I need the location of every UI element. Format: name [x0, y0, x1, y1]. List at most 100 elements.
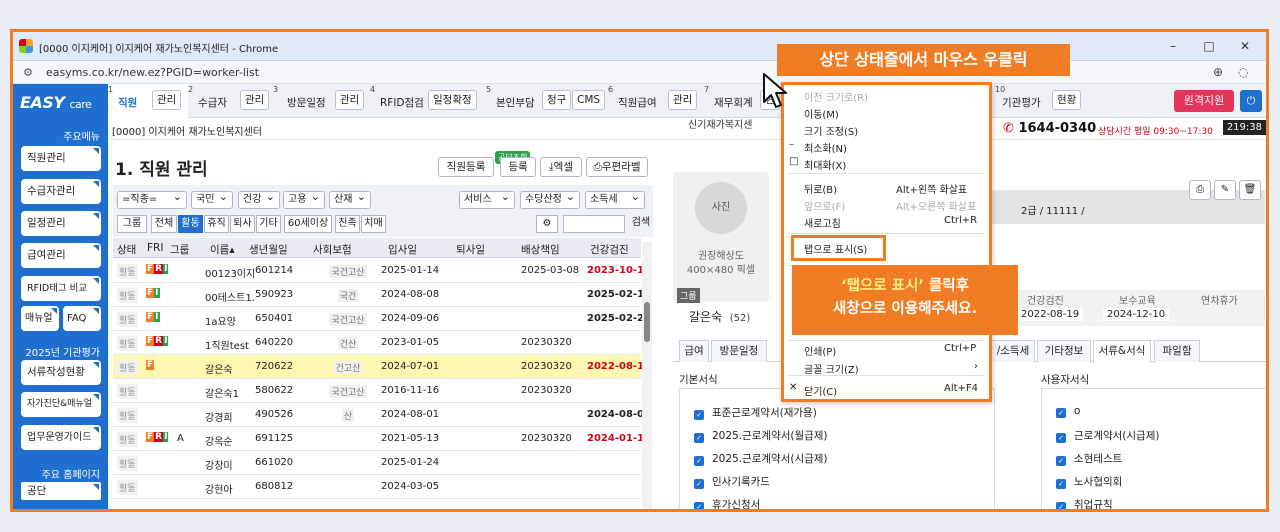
excel-button[interactable]: ⤓엑셀 [540, 157, 582, 177]
tab-etc-info[interactable]: 기타정보 [1037, 340, 1091, 362]
employment-ins-select[interactable]: 고용 [283, 189, 325, 209]
brand-logo[interactable]: EASY care [20, 93, 92, 112]
edit-icon[interactable]: ✎ [1214, 180, 1236, 200]
job-select[interactable]: =직종= [117, 189, 187, 209]
col-liability[interactable]: 배상책임 [521, 242, 560, 257]
context-menu-item[interactable]: 인쇄(P) Ctrl+P [784, 341, 989, 358]
photo-placeholder[interactable]: 사진 [695, 182, 747, 234]
menu-copay[interactable]: 5 본인부담 청구 CMS [486, 84, 606, 118]
tab-payroll[interactable]: 급여 [679, 340, 709, 362]
menu-salary[interactable]: 6 직원급여 관리 [608, 84, 700, 118]
col-insurance[interactable]: 사회보험 [313, 242, 352, 257]
col-health[interactable]: 건강검진 [590, 242, 629, 257]
filter-active[interactable]: 활동 [178, 215, 203, 233]
user-form-item[interactable]: ✓ 취업규칙 [1056, 497, 1113, 509]
cell-name[interactable]: 강경희 [205, 409, 233, 424]
cell-name[interactable]: 강현아 [205, 481, 233, 496]
group-filter[interactable]: 그룹 [117, 215, 147, 233]
user-form-item[interactable]: ✓ o [1056, 405, 1080, 418]
tune-icon[interactable]: ⚙ [23, 66, 33, 79]
sidebar-item-guide[interactable]: 업무운영가이드 [21, 425, 101, 450]
power-icon[interactable]: ⏻ [1240, 90, 1262, 112]
menu-rfid[interactable]: 4 RFID점검 일정확정 [370, 84, 480, 118]
table-row[interactable]: 활동 F R I 1직원test 640220 건산 2023-01-05 20230320 [113, 331, 641, 355]
national-pension-select[interactable]: 국민 [191, 189, 233, 209]
context-menu-item[interactable]: 뒤로(B) Alt+왼쪽 화살표 [784, 179, 989, 196]
income-tax-select[interactable]: 소득세 [585, 189, 645, 209]
basic-form-item[interactable]: ✓ 휴가신청서 [694, 497, 760, 509]
scrollbar-thumb[interactable] [644, 302, 650, 342]
context-menu-item[interactable]: ✕ 닫기(C) Alt+F4 [784, 381, 989, 398]
sidebar-item-self-check[interactable]: 자가진단&매뉴얼 [21, 392, 101, 417]
table-row[interactable]: 활동 갈은숙1 580622 국건고산 2016-11-16 20230320 [113, 379, 641, 403]
context-menu-item[interactable]: – 최소화(N) [784, 138, 989, 155]
menu-visit[interactable]: 3 방문일정 관리 [273, 84, 365, 118]
filter-over-60[interactable]: 60세이상 [284, 215, 332, 233]
service-select[interactable]: 서비스 [459, 189, 515, 209]
url-text[interactable]: easyms.co.kr/new.ez?PGID=worker-list [46, 66, 259, 79]
col-leave[interactable]: 퇴사일 [456, 242, 485, 257]
sidebar-item-rfid[interactable]: RFID태그 비교 [21, 276, 101, 301]
manual-button[interactable]: 매뉴얼 [21, 306, 59, 331]
cell-name[interactable]: 갈은숙1 [205, 385, 239, 400]
basic-form-item[interactable]: ✓ 표준근로계약서(재가용) [694, 405, 817, 420]
table-row[interactable]: 활동 F 갈은숙 720622 건고산 2024-07-01 20230320 2022-08… [113, 355, 651, 379]
col-name[interactable]: 이름▴ [210, 242, 235, 257]
settings-gear-icon[interactable]: ⚙ [536, 215, 558, 233]
col-birth[interactable]: 생년월일 [249, 242, 288, 257]
health-ins-select[interactable]: 건강 [238, 189, 280, 209]
minimize-icon[interactable]: – [1164, 38, 1182, 54]
delete-icon[interactable]: 🗑 [1239, 180, 1261, 200]
cell-name[interactable]: 강옥순 [205, 433, 233, 448]
address-bar[interactable]: ⚙ easyms.co.kr/new.ez?PGID=worker-list ⊕… [13, 61, 1266, 84]
search-button[interactable]: 검색 [629, 215, 653, 233]
menu-staff[interactable]: 1 직원 관리 [108, 84, 188, 118]
filter-leave[interactable]: 휴직 [204, 215, 229, 233]
user-form-item[interactable]: ✓ 소현테스트 [1056, 451, 1122, 466]
sync-register-button[interactable]: 등록 [500, 157, 536, 177]
remote-support-button[interactable]: 원격지원 [1174, 90, 1234, 112]
cell-name[interactable]: 강창미 [205, 457, 233, 472]
sidebar-item-staff[interactable]: 직원관리 [21, 146, 101, 171]
user-form-item[interactable]: ✓ 근로계약서(시급제) [1056, 428, 1159, 443]
context-menu-item[interactable]: □ 최대화(X) [784, 155, 989, 172]
table-row[interactable]: 활동 F R I A 강옥순 691125 2021-05-13 20230320 2024-01… [113, 427, 651, 451]
zoom-icon[interactable]: ⊕ [1213, 65, 1223, 79]
allowance-select[interactable]: 수당산정 [520, 189, 580, 209]
home-select[interactable]: 공단 [21, 482, 101, 500]
menu-recipient[interactable]: 2 수급자 관리 [188, 84, 272, 118]
news-ticker[interactable]: 신기재가복지센 [688, 116, 752, 131]
basic-form-item[interactable]: ✓ 인사기록카드 [694, 474, 770, 489]
filter-relative[interactable]: 친족 [335, 215, 360, 233]
user-form-item[interactable]: ✓ 노사협의회 [1056, 474, 1122, 489]
maximize-icon[interactable]: □ [1200, 38, 1218, 54]
tab-documents[interactable]: 서류&서식 [1093, 340, 1151, 363]
cell-name[interactable]: 갈은숙 [205, 361, 233, 376]
col-fri[interactable]: FRI [147, 242, 163, 254]
profile-photo-box[interactable]: 사진 권장해상도 400×480 픽셀 그룹 [673, 172, 769, 303]
cell-name[interactable]: 00테스트1. [205, 289, 255, 304]
filter-dementia[interactable]: 치매 [361, 215, 386, 233]
table-row[interactable]: 활동 F I 1a요양 650401 국건고산 2024-09-06 2025-02-26 [113, 307, 651, 331]
menu-evaluation[interactable]: 10 기관평가 현황 [992, 84, 1082, 118]
col-group[interactable]: 그룹 [170, 242, 189, 257]
tab-income-tax[interactable]: /소득세 [991, 340, 1035, 362]
table-row[interactable]: 활동 강경희 490526 산 2024-08-01 2024-08-01 [113, 403, 651, 427]
close-icon[interactable]: ✕ [1236, 38, 1254, 54]
sidebar-item-schedule[interactable]: 일정관리 [21, 211, 101, 236]
table-row[interactable]: 활동 F R I 00123이지 601214 국건고산 2025-01-14 2025-03-… [113, 259, 651, 283]
context-menu-item[interactable]: 이동(M) [784, 104, 989, 121]
sidebar-item-payroll[interactable]: 급여관리 [21, 243, 101, 268]
basic-form-item[interactable]: ✓ 2025.근로계약서(시급제) [694, 451, 828, 466]
table-row[interactable]: 활동 강창미 661020 2025-01-24 [113, 451, 641, 475]
context-menu-item[interactable]: 크기 조정(S) [784, 121, 989, 138]
faq-button[interactable]: FAQ [63, 306, 101, 331]
search-input[interactable] [563, 215, 625, 233]
mail-label-button[interactable]: ⎙우편라벨 [586, 157, 648, 177]
register-staff-button[interactable]: 직원등록 [438, 157, 494, 177]
title-bar[interactable]: [0000 이지케어] 이지케어 재가노인복지센터 - Chrome – □ ✕ [13, 32, 1266, 61]
filter-etc[interactable]: 기타 [256, 215, 281, 233]
cell-name[interactable]: 1직원test [205, 337, 249, 352]
filter-retired[interactable]: 퇴사 [230, 215, 255, 233]
tab-files[interactable]: 파일함 [1154, 340, 1200, 362]
